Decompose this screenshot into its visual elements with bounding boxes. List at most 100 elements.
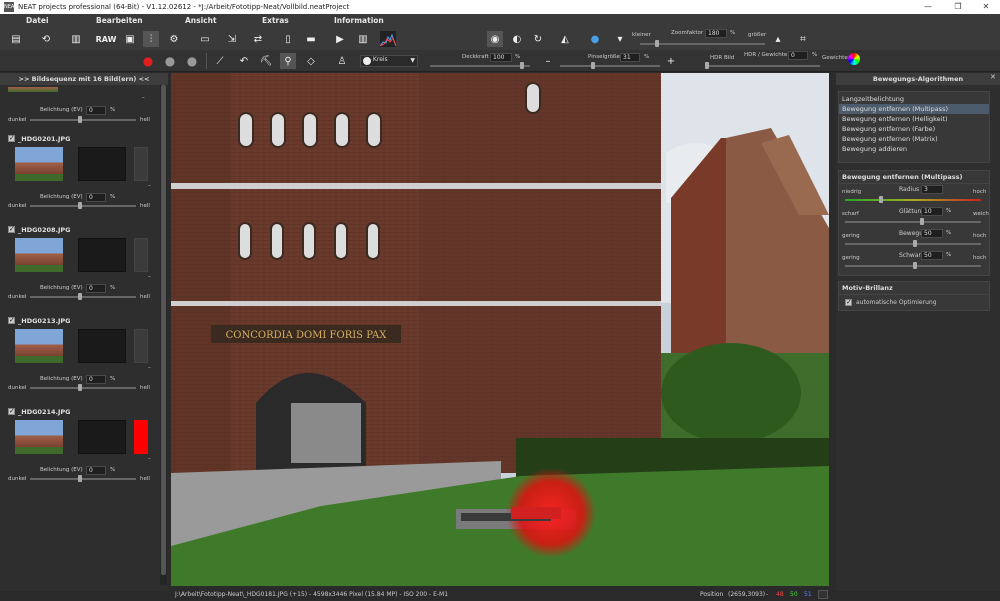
- save-icon[interactable]: ▭: [197, 31, 213, 47]
- exposure-slider-handle[interactable]: [78, 293, 82, 300]
- settings-icon[interactable]: ⚙: [166, 31, 182, 47]
- exposure-slider[interactable]: [30, 119, 136, 121]
- setting-slider[interactable]: [845, 199, 981, 201]
- play-icon[interactable]: ▶: [332, 31, 348, 47]
- document-icon[interactable]: ▯: [280, 31, 296, 47]
- hdr-slider[interactable]: [705, 65, 820, 67]
- algorithm-item[interactable]: Bewegung entfernen (Multipass): [839, 104, 989, 114]
- algorithm-item[interactable]: Langzeitbelichtung: [839, 94, 989, 104]
- exposure-slider[interactable]: [30, 296, 136, 298]
- opacity-slider-handle[interactable]: [520, 62, 524, 69]
- exposure-slider[interactable]: [30, 205, 136, 207]
- histogram-icon[interactable]: [380, 31, 396, 47]
- raw-icon[interactable]: RAW: [96, 31, 117, 47]
- thumbnail-image[interactable]: [15, 329, 63, 363]
- brush-size-input[interactable]: 31: [620, 53, 640, 62]
- gallery-icon[interactable]: ▣: [122, 31, 138, 47]
- include-checkbox[interactable]: [8, 225, 15, 233]
- setting-input[interactable]: 50: [921, 251, 943, 260]
- include-checkbox[interactable]: [8, 134, 15, 142]
- sequence-scrollbar[interactable]: [160, 85, 167, 585]
- opacity-slider[interactable]: [430, 65, 530, 67]
- transfer-icon[interactable]: ⇄: [250, 31, 266, 47]
- crop-icon[interactable]: ⌗: [795, 31, 811, 47]
- close-icon[interactable]: ✕: [972, 0, 1000, 14]
- brush-shape-select[interactable]: Kreis ▼: [360, 55, 418, 67]
- setting-slider-handle[interactable]: [913, 240, 917, 247]
- exposure-slider-handle[interactable]: [78, 202, 82, 209]
- mask-thumbnail[interactable]: [78, 147, 126, 181]
- zoom-out-icon[interactable]: ▾: [612, 31, 628, 47]
- menu-datei[interactable]: Datei: [26, 14, 49, 28]
- setting-slider-handle[interactable]: [913, 262, 917, 269]
- exposure-input[interactable]: 0: [86, 106, 106, 115]
- exposure-slider[interactable]: [30, 478, 136, 480]
- exposure-input[interactable]: 0: [86, 466, 106, 475]
- record-gray-icon[interactable]: ●: [162, 53, 178, 69]
- refresh-icon[interactable]: ↻: [530, 31, 546, 47]
- exposure-slider-handle[interactable]: [78, 384, 82, 391]
- exposure-slider[interactable]: [30, 387, 136, 389]
- minimize-icon[interactable]: —: [914, 0, 942, 14]
- algorithm-item[interactable]: Bewegung addieren: [839, 144, 989, 154]
- mask-thumbnail[interactable]: [78, 238, 126, 272]
- auto-optimize-checkbox[interactable]: [845, 298, 852, 306]
- history-icon[interactable]: ⟲: [38, 31, 54, 47]
- hdr-weights-input[interactable]: 0: [788, 51, 808, 60]
- zoom-in-icon[interactable]: ▴: [770, 31, 786, 47]
- include-checkbox[interactable]: [8, 407, 15, 415]
- stamp-icon[interactable]: ⛏: [258, 53, 274, 69]
- record-red-icon[interactable]: ●: [140, 53, 156, 69]
- globe-icon[interactable]: ●: [587, 31, 603, 47]
- thumbnail-image[interactable]: [15, 147, 63, 181]
- walker-icon[interactable]: ♙: [334, 53, 350, 69]
- algorithm-item[interactable]: Bewegung entfernen (Helligkeit): [839, 114, 989, 124]
- hdr-slider-handle[interactable]: [705, 62, 709, 69]
- print-icon[interactable]: ▬: [303, 31, 319, 47]
- undo-brush-icon[interactable]: ↶: [236, 53, 252, 69]
- new-icon[interactable]: ▤: [8, 31, 24, 47]
- zoom-slider-handle[interactable]: [655, 40, 659, 47]
- opacity-input[interactable]: 100: [490, 53, 512, 62]
- mask-thumbnail[interactable]: [78, 329, 126, 363]
- record-gray2-icon[interactable]: ●: [184, 53, 200, 69]
- compare-icon[interactable]: ◐: [509, 31, 525, 47]
- thumbnail-image[interactable]: [15, 420, 63, 454]
- exposure-input[interactable]: 0: [86, 193, 106, 202]
- zoom-input[interactable]: 180: [705, 29, 727, 38]
- menu-ansicht[interactable]: Ansicht: [185, 14, 217, 28]
- panel-close-icon[interactable]: ✕: [990, 73, 998, 83]
- adjust-icon[interactable]: ⫶: [143, 31, 159, 47]
- film-icon[interactable]: ▥: [355, 31, 371, 47]
- scrollbar-thumb[interactable]: [161, 85, 166, 575]
- color-wheel-icon[interactable]: [848, 53, 860, 65]
- algorithm-item[interactable]: Bewegung entfernen (Matrix): [839, 134, 989, 144]
- export-icon[interactable]: ⇲: [224, 31, 240, 47]
- menu-extras[interactable]: Extras: [262, 14, 289, 28]
- eye-icon[interactable]: ◉: [487, 31, 503, 47]
- setting-slider[interactable]: [845, 221, 981, 223]
- setting-slider-handle[interactable]: [879, 196, 883, 203]
- image-canvas[interactable]: CONCORDIA DOMI FORIS PAX: [171, 73, 829, 586]
- menu-information[interactable]: Information: [334, 14, 384, 28]
- person-icon[interactable]: ⚲: [280, 53, 296, 69]
- eraser-icon[interactable]: ◇: [303, 53, 319, 69]
- algorithm-item[interactable]: Bewegung entfernen (Farbe): [839, 124, 989, 134]
- brush-larger-icon[interactable]: +: [663, 53, 679, 69]
- exposure-input[interactable]: 0: [86, 375, 106, 384]
- brush-size-slider[interactable]: [560, 65, 660, 67]
- setting-slider-handle[interactable]: [919, 218, 924, 225]
- thumbnail-image[interactable]: [15, 238, 63, 272]
- maximize-icon[interactable]: ❐: [944, 0, 972, 14]
- brush-icon[interactable]: ⟋: [212, 53, 228, 69]
- brush-smaller-icon[interactable]: –: [540, 53, 556, 69]
- flip-icon[interactable]: ◭: [557, 31, 573, 47]
- setting-input[interactable]: 3: [921, 185, 943, 194]
- setting-input[interactable]: 10: [921, 207, 943, 216]
- mask-thumbnail[interactable]: [78, 420, 126, 454]
- exposure-input[interactable]: 0: [86, 284, 106, 293]
- include-checkbox[interactable]: [8, 316, 15, 324]
- brush-size-slider-handle[interactable]: [591, 62, 595, 69]
- setting-input[interactable]: 50: [921, 229, 943, 238]
- open-sequence-icon[interactable]: ▥: [68, 31, 84, 47]
